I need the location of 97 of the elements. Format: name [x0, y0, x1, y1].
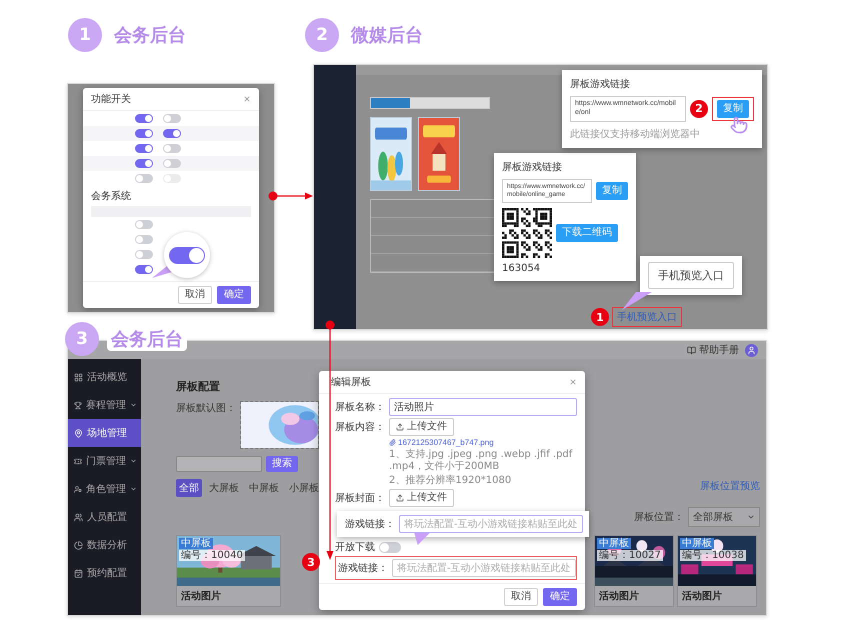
chevron-icon [130, 457, 137, 465]
sidebar-item[interactable]: 场地管理 [68, 419, 141, 447]
hint-text: 此链接仅支持移动端浏览器中 [570, 128, 701, 140]
filter-chip[interactable]: 中屏板 [246, 479, 282, 497]
toggle-switch[interactable] [135, 159, 153, 168]
toggle-switch[interactable] [163, 129, 181, 138]
card-title: 活动图片 [598, 590, 640, 604]
pointer-triangle [413, 533, 431, 545]
chevron-icon [747, 513, 755, 521]
toggle-switch[interactable] [135, 129, 153, 138]
field-label: 游戏链接： [345, 518, 395, 531]
ticket-icon [74, 456, 82, 466]
filter-chip[interactable]: 全部 [176, 479, 202, 497]
size-tag: 中屏板 [597, 538, 631, 549]
toggle-switch[interactable] [169, 246, 205, 264]
field-label: 屏板名称： [335, 400, 385, 414]
calendar-icon [74, 568, 83, 578]
card-title: 活动图片 [180, 590, 222, 604]
file-link[interactable]: 1672125307467_b747.png [335, 438, 577, 447]
chevron-icon [130, 401, 137, 409]
toggle-switch[interactable] [163, 159, 181, 168]
toggle-switch[interactable] [135, 114, 153, 123]
confirm-button[interactable]: 确定 [217, 286, 251, 304]
trophy-icon [74, 400, 82, 410]
search-field[interactable] [176, 456, 262, 472]
step-marker: 1 [591, 308, 609, 326]
paperclip-icon [389, 439, 396, 446]
sidebar-item[interactable]: 赛程管理 [68, 391, 141, 419]
popup-title: 屏板游戏链接 [502, 160, 563, 174]
sidebar-item[interactable]: 数据分析 [68, 531, 141, 559]
qr-code-drawing [502, 208, 552, 258]
number-tag: 编号：10040 [179, 550, 245, 561]
sidebar-item[interactable]: 人员配置 [68, 503, 141, 531]
code-text: 163054 [502, 263, 542, 274]
toggle-switch[interactable] [135, 144, 153, 153]
upload-icon [396, 494, 404, 502]
size-tag: 中屏板 [680, 538, 714, 549]
number-tag: 编号：10027 [597, 550, 663, 561]
toggle-switch[interactable] [379, 542, 401, 552]
position-select[interactable]: 全部屏板 [688, 507, 760, 527]
step-title: 会务后台 [107, 327, 187, 351]
section-title: 屏板配置 [176, 379, 221, 394]
toggle-switch[interactable] [163, 114, 181, 123]
number-tag: 编号：10038 [680, 550, 746, 561]
close-icon[interactable] [569, 378, 577, 386]
user-icon [74, 484, 82, 494]
step-number: 2 [305, 18, 339, 52]
pie-chart-icon [74, 540, 83, 550]
toggle-switch[interactable] [135, 235, 153, 244]
grid-icon [74, 372, 83, 382]
filter-chip[interactable]: 小屏板 [286, 479, 322, 497]
connector-arrow [268, 191, 313, 201]
step-number: 1 [68, 18, 102, 52]
users-icon [74, 512, 83, 522]
help-link[interactable]: 帮助手册 [687, 343, 739, 357]
field-label: 屏板位置： [634, 510, 684, 524]
field-label: 游戏链接： [338, 562, 388, 575]
sidebar-item[interactable]: 活动概览 [68, 363, 141, 391]
hand-pointer-icon [730, 116, 748, 134]
upload-button[interactable]: 上传文件 [389, 418, 454, 436]
step-marker: 2 [690, 100, 708, 118]
step-number: 3 [65, 322, 99, 356]
chevron-icon [130, 485, 137, 493]
filter-chip[interactable]: 大屏板 [206, 479, 242, 497]
dialog-title: 功能开关 [91, 92, 131, 106]
name-field[interactable]: 活动照片 [389, 398, 577, 416]
toggle-switch[interactable] [135, 265, 153, 274]
dialog-title: 编辑屏板 [331, 376, 371, 389]
toggle-switch[interactable] [135, 220, 153, 229]
toggle-switch[interactable] [135, 174, 153, 183]
search-button[interactable]: 搜索 [266, 456, 298, 472]
toggle-switch[interactable] [163, 144, 181, 153]
size-tag: 中屏板 [179, 538, 213, 549]
cancel-button[interactable]: 取消 [504, 588, 538, 606]
sidebar-item[interactable]: 预约配置 [68, 559, 141, 587]
callout-label: 手机预览入口 [648, 262, 734, 289]
avatar-icon[interactable] [745, 344, 758, 356]
field-label: 屏板默认图： [176, 402, 236, 415]
sidebar-item[interactable]: 角色管理 [68, 475, 141, 503]
field-label: 屏板封面： [335, 492, 385, 505]
field-label: 屏板内容： [335, 420, 385, 434]
pin-icon [74, 428, 83, 438]
toggle-switch[interactable] [135, 250, 153, 259]
note-text: 1、支持.jpg .jpeg .png .webp .jfif .pdf .mp4，文件小于200MB [388, 449, 574, 473]
field-label: 开放下载 [335, 540, 375, 554]
note-text: 2、推荐分辨率1920*1080 [388, 475, 512, 487]
sidebar-item[interactable]: 门票管理 [68, 447, 141, 475]
card-title: 活动图片 [681, 590, 723, 604]
book-icon [687, 346, 696, 354]
cancel-button[interactable]: 取消 [178, 286, 212, 304]
close-icon[interactable] [243, 95, 251, 103]
popup-title: 屏板游戏链接 [570, 78, 631, 91]
upload-button[interactable]: 上传文件 [389, 489, 454, 507]
section-title: 会务系统 [90, 190, 132, 204]
upload-icon [396, 423, 404, 431]
pointer-triangle [622, 292, 652, 310]
confirm-button[interactable]: 确定 [543, 588, 577, 606]
